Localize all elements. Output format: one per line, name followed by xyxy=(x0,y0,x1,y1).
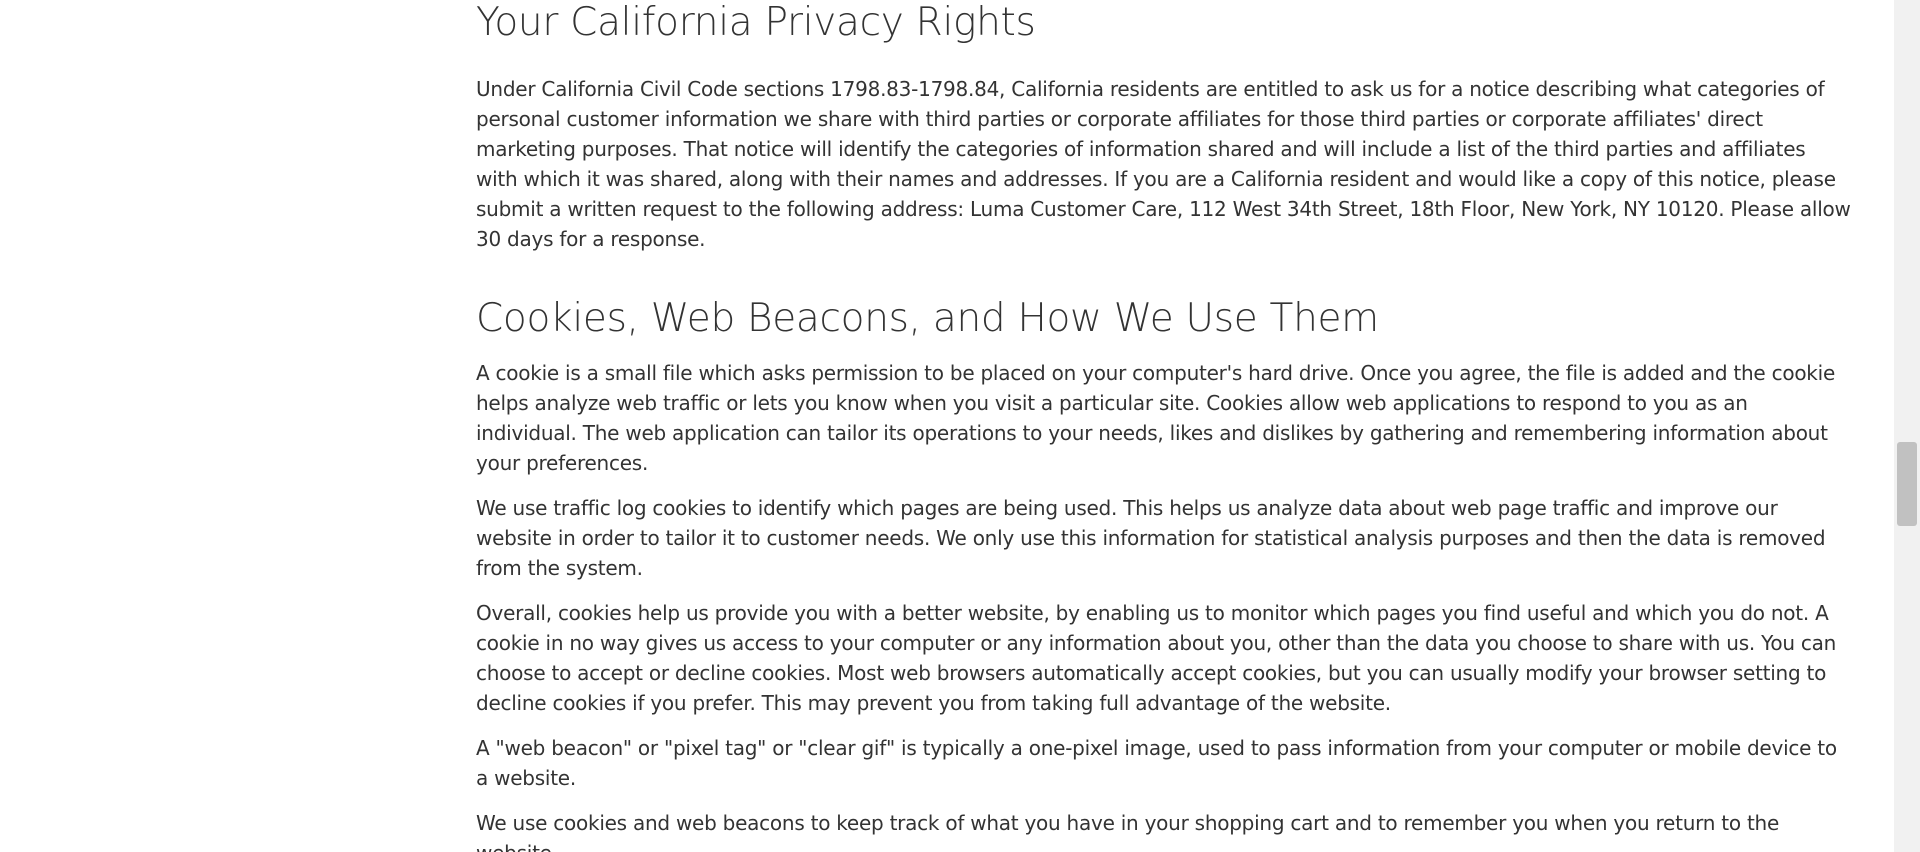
paragraph-traffic-log-cookies: We use traffic log cookies to identify w… xyxy=(476,496,1826,580)
paragraph-cookies-shopping-cart: We use cookies and web beacons to keep t… xyxy=(476,811,1780,852)
section-heading-california-privacy: Your California Privacy Rights xyxy=(476,0,1036,45)
paragraph-web-beacon: A "web beacon" or "pixel tag" or "clear … xyxy=(476,736,1837,790)
page-scrollbar[interactable] xyxy=(1894,0,1920,852)
paragraph-cookie-definition: A cookie is a small file which asks perm… xyxy=(476,361,1835,475)
privacy-policy-content: Your California Privacy Rights Under Cal… xyxy=(476,0,1852,852)
scrollbar-thumb[interactable] xyxy=(1897,442,1917,526)
paragraph-cookies-overall: Overall, cookies help us provide you wit… xyxy=(476,601,1837,715)
paragraph-california-notice: Under California Civil Code sections 179… xyxy=(476,77,1851,251)
section-heading-cookies: Cookies, Web Beacons, and How We Use The… xyxy=(476,296,1379,341)
